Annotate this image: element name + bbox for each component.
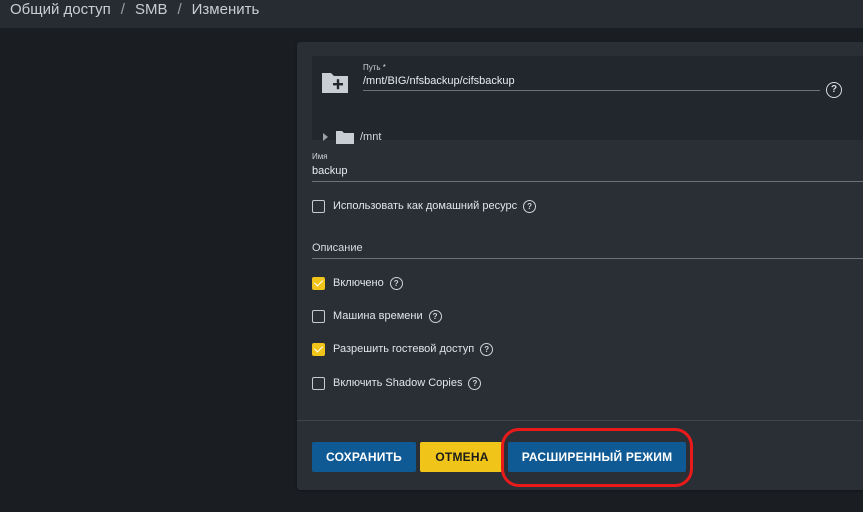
guest-access-checkbox[interactable] <box>312 342 325 356</box>
time-machine-checkbox[interactable] <box>312 309 325 323</box>
name-input[interactable]: backup <box>312 165 347 177</box>
home-share-checkbox-row[interactable]: Использовать как домашний ресурс ? <box>312 198 537 214</box>
name-input-underline <box>312 181 863 182</box>
advanced-mode-button[interactable]: РАСШИРЕННЫЙ РЕЖИМ <box>508 442 686 472</box>
home-share-label: Использовать как домашний ресурс <box>333 200 518 212</box>
enabled-checkbox-row[interactable]: Включено ? <box>312 275 403 291</box>
breadcrumb-item-smb[interactable]: SMB <box>135 1 168 18</box>
breadcrumb-item-edit: Изменить <box>191 1 260 18</box>
time-machine-label: Машина времени <box>333 310 423 322</box>
save-button[interactable]: СОХРАНИТЬ <box>312 442 416 472</box>
folder-icon <box>336 131 354 144</box>
help-icon[interactable]: ? <box>428 309 442 323</box>
guest-access-checkbox-row[interactable]: Разрешить гостевой доступ ? <box>312 341 494 357</box>
breadcrumb: Общий доступ / SMB / Изменить <box>10 1 259 18</box>
folder-plus-icon[interactable] <box>321 70 349 94</box>
tree-node-label[interactable]: /mnt <box>360 131 381 143</box>
shadow-copies-checkbox[interactable] <box>312 376 325 390</box>
shadow-copies-checkbox-row[interactable]: Включить Shadow Copies ? <box>312 375 482 391</box>
form-divider <box>297 420 863 421</box>
breadcrumb-item-sharing[interactable]: Общий доступ <box>10 1 111 18</box>
name-label: Имя <box>312 152 328 161</box>
enabled-checkbox[interactable] <box>312 276 325 290</box>
help-icon[interactable]: ? <box>389 276 403 290</box>
home-share-checkbox[interactable] <box>312 199 325 213</box>
breadcrumb-separator: / <box>120 1 125 18</box>
enabled-label: Включено <box>333 277 384 289</box>
description-input[interactable]: Описание <box>312 242 363 254</box>
shadow-copies-label: Включить Shadow Copies <box>333 377 463 389</box>
path-explorer: Путь * /mnt/BIG/nfsbackup/cifsbackup ? /… <box>312 56 863 144</box>
description-input-underline <box>312 258 863 259</box>
path-input-underline <box>363 90 820 91</box>
guest-access-label: Разрешить гостевой доступ <box>333 343 475 355</box>
cancel-button[interactable]: ОТМЕНА <box>420 442 504 472</box>
help-icon[interactable]: ? <box>480 342 494 356</box>
caret-right-icon[interactable] <box>323 133 328 141</box>
help-icon[interactable]: ? <box>523 199 537 213</box>
help-icon[interactable]: ? <box>468 376 482 390</box>
top-bar: Общий доступ / SMB / Изменить <box>0 0 863 28</box>
breadcrumb-separator: / <box>177 1 182 18</box>
smb-edit-form-card: Путь * /mnt/BIG/nfsbackup/cifsbackup ? /… <box>297 42 863 490</box>
path-input[interactable]: /mnt/BIG/nfsbackup/cifsbackup <box>363 75 515 87</box>
tree-node-mnt[interactable]: /mnt <box>323 128 381 146</box>
path-label: Путь * <box>363 63 386 72</box>
help-icon[interactable]: ? <box>826 82 842 98</box>
time-machine-checkbox-row[interactable]: Машина времени ? <box>312 308 442 324</box>
